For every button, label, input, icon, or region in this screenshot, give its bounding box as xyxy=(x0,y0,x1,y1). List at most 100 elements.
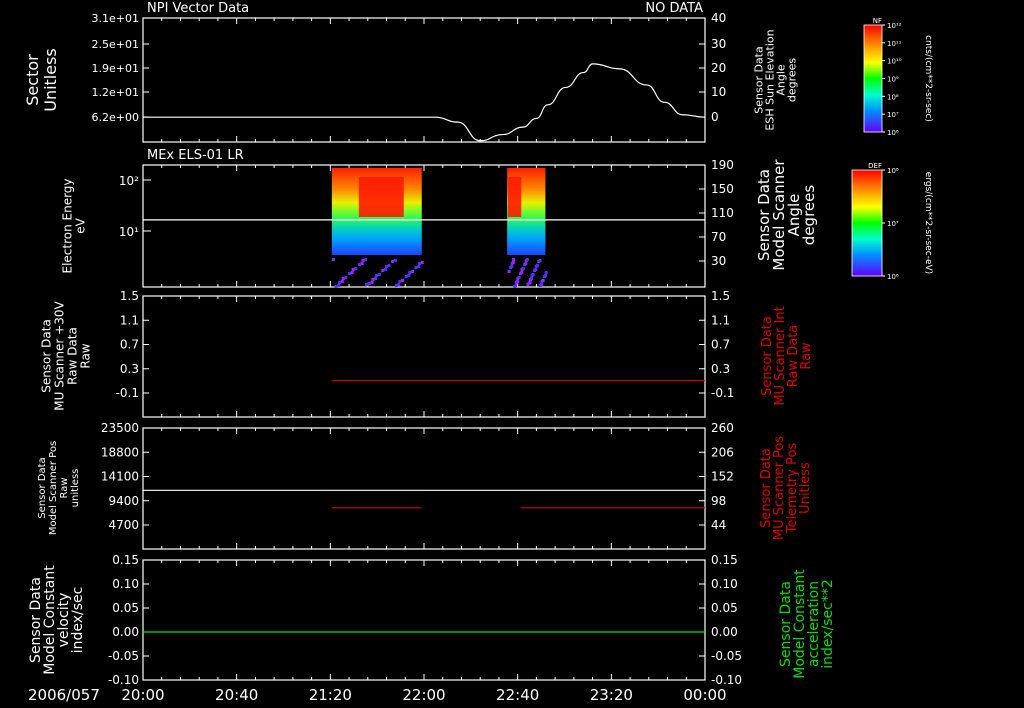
right-y-tick-label: 98 xyxy=(711,494,726,508)
spectrogram-speckle xyxy=(410,270,414,273)
x-tick-label: 22:00 xyxy=(402,686,445,704)
right-y-tick-label: 10 xyxy=(711,85,726,99)
panel-2-frame xyxy=(142,164,706,288)
colorbar-tick-label: 10⁷ xyxy=(887,111,899,119)
spectrogram-speckle xyxy=(525,258,529,261)
y-tick-label: 1.5 xyxy=(120,289,139,303)
colorbar-tick-label: 10¹¹ xyxy=(887,40,902,48)
panel-1-title: NPI Vector Data xyxy=(147,1,249,16)
spectrogram-speckle xyxy=(397,283,401,286)
y-tick-label: -0.10 xyxy=(108,673,139,687)
y-tick-label: 1.9e+01 xyxy=(92,62,139,75)
right-y-tick-label: -0.05 xyxy=(711,649,742,663)
y-tick-label: 0.15 xyxy=(112,553,139,567)
y-tick-label: 10² xyxy=(119,174,139,188)
panel-5-ylabel-line: index/sec xyxy=(70,587,86,654)
spectrogram-speckle xyxy=(387,264,391,267)
colorbar-label: DEF xyxy=(868,162,882,170)
right-y-tick-label: 44 xyxy=(711,518,726,532)
panel-5-frame xyxy=(142,559,706,681)
spectrogram-speckle xyxy=(340,280,344,283)
spectrogram-speckle xyxy=(535,264,539,267)
y-tick-label: 1.1 xyxy=(120,313,139,327)
spectrogram-speckle xyxy=(383,268,387,271)
y-tick-label: 1.2e+01 xyxy=(92,86,139,99)
y-tick-label: 6.2e+00 xyxy=(92,111,139,124)
spectrogram-speckle xyxy=(338,281,342,284)
right-y-tick-label: 152 xyxy=(711,470,734,484)
colorbar-tick-label: 10⁶ xyxy=(887,273,899,281)
spectrogram-speckle xyxy=(531,273,535,276)
panel-3-ylabel-line: MU Scanner +30V xyxy=(53,301,67,411)
right-y-tick-label: 20 xyxy=(711,61,726,75)
y-tick-label: 2.5e+01 xyxy=(92,38,139,51)
panel-1-ylabel-line: Unitless xyxy=(41,48,60,112)
colorbar-units-text: ergs/(cm**2-sr-sec-eV) xyxy=(923,172,933,274)
spectrogram-speckle xyxy=(381,269,385,272)
spectrogram-speckle xyxy=(420,261,424,264)
spectrogram-speckle xyxy=(365,283,369,286)
panel-3-ylabel-line: Raw xyxy=(79,343,93,368)
spectrogram-speckle xyxy=(514,284,518,287)
colorbar-units: cnts/(cm**2-sr-sec) xyxy=(923,35,933,122)
panel-4-right-ylabel-line: Unitless xyxy=(798,462,813,514)
colorbar-tick-label: 10⁹ xyxy=(887,76,899,84)
right-y-tick-label: 260 xyxy=(711,421,734,435)
panel-2-right-ylabel-line: degrees xyxy=(800,185,818,246)
spectrogram-speckle xyxy=(371,278,375,281)
spectrogram-speckle xyxy=(414,266,418,269)
date-label: 2006/057 xyxy=(28,686,100,704)
spectrogram-speckle xyxy=(394,284,398,287)
spectrogram-speckle xyxy=(337,284,341,287)
spectrogram-speckle xyxy=(351,268,355,271)
right-y-tick-label: 0.7 xyxy=(711,338,730,352)
right-y-tick-label: 0.15 xyxy=(711,553,738,567)
right-y-tick-label: 190 xyxy=(711,158,734,172)
panel-3-frame xyxy=(142,295,706,418)
right-y-tick-label: 70 xyxy=(711,230,726,244)
colorbar-tick-label: 10¹⁰ xyxy=(887,58,902,66)
colorbar-tick-label: 10¹² xyxy=(887,22,902,30)
x-tick-label: 23:20 xyxy=(590,686,633,704)
colorbar-tick-label: 10⁸ xyxy=(887,167,899,175)
y-tick-label: -0.1 xyxy=(116,386,139,400)
y-tick-label: 0.3 xyxy=(120,362,139,376)
panel-4-right-ylabel: Sensor DataMU Scanner PosTelemetry PosUn… xyxy=(759,436,813,541)
panel-4-frame xyxy=(142,427,706,550)
spectrogram-speckle xyxy=(377,273,381,276)
spectrogram-speckle xyxy=(417,265,421,268)
spectrogram-speckle xyxy=(341,277,345,280)
spectrogram-speckle xyxy=(407,274,411,277)
panel-3-right-ylabel-line: Raw xyxy=(799,342,814,370)
spectrogram-speckle xyxy=(370,281,374,284)
spectrogram-speckle xyxy=(348,272,352,275)
right-y-tick-label: -0.10 xyxy=(711,673,742,687)
spectrogram-speckle xyxy=(541,279,545,282)
colorbar-label: NF xyxy=(873,17,882,25)
panel-4-ylabel-line: Model Scanner Pos xyxy=(48,441,59,535)
spectrogram-speckle xyxy=(512,258,516,261)
panel-2-title: MEx ELS-01 LR xyxy=(147,148,244,163)
colorbar-2 xyxy=(851,169,883,277)
panel-1-ylabel-line: Sector xyxy=(23,54,42,106)
panel-1-right-ylabel-line: degrees xyxy=(785,58,798,103)
panel-3-ylabel-line: Raw Data xyxy=(66,327,80,385)
spectrogram-hot-region xyxy=(358,177,404,217)
panel-2-right-ylabel: Sensor DataModel ScannerAngledegrees xyxy=(755,159,818,271)
spectrogram-speckle xyxy=(374,274,378,277)
right-y-tick-label: 150 xyxy=(711,182,734,196)
spectrogram-speckle xyxy=(418,262,422,265)
spectrogram-speckle xyxy=(538,259,542,262)
y-tick-label: 9400 xyxy=(108,494,139,508)
colorbar-1 xyxy=(863,24,883,133)
colorbar-tick-label: 10⁷ xyxy=(887,220,899,228)
colorbar-units: ergs/(cm**2-sr-sec-eV) xyxy=(923,172,933,274)
y-tick-label: 0.10 xyxy=(112,577,139,591)
y-tick-label: 23500 xyxy=(101,421,139,435)
panel-4-ylabel: Sensor Data Model Scanner Pos Raw unitless xyxy=(37,441,81,535)
spectrogram-speckle xyxy=(534,268,538,271)
panel-3-right-ylabel: Sensor DataMU Scanner IntRaw DataRaw xyxy=(760,306,814,405)
right-y-tick-label: 0.05 xyxy=(711,601,738,615)
panel-2-ylabel: Electron Energy eV xyxy=(61,178,88,273)
spectrogram-speckle xyxy=(354,267,358,270)
